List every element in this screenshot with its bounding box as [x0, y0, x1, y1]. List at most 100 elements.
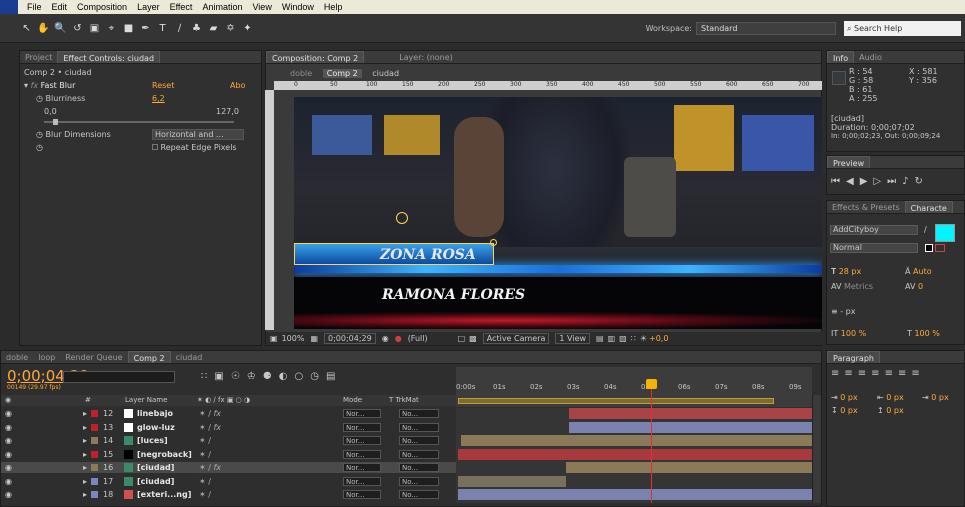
- motion-blur-icon[interactable]: ◐: [279, 371, 295, 382]
- justify-right-icon[interactable]: ≡: [898, 368, 911, 379]
- expand-arrow-icon[interactable]: ▸: [83, 422, 87, 433]
- zoom-value[interactable]: 100%: [282, 334, 305, 343]
- tab-effect-controls[interactable]: Effect Controls: ciudad: [57, 51, 161, 63]
- layer-duration-bar[interactable]: [458, 489, 812, 500]
- layer-label-color[interactable]: [91, 423, 98, 431]
- blend-mode-select[interactable]: Nor...: [343, 436, 381, 445]
- tab-composition[interactable]: Composition: Comp 2: [266, 51, 365, 63]
- layer-label-color[interactable]: [91, 491, 98, 498]
- pen-tool-icon[interactable]: ✒: [139, 22, 152, 35]
- tracking-value[interactable]: 0: [918, 282, 923, 291]
- visibility-eye-icon[interactable]: ◉: [5, 489, 12, 500]
- leading-value[interactable]: Auto: [913, 267, 932, 276]
- layer-duration-bar[interactable]: [569, 408, 812, 419]
- workspace-select[interactable]: Standard: [696, 21, 836, 35]
- tab-render-queue[interactable]: Render Queue: [60, 351, 127, 363]
- clone-tool-icon[interactable]: ♣: [190, 22, 203, 35]
- timeline-icon[interactable]: ▨: [619, 334, 627, 343]
- stopwatch-icon[interactable]: ◷: [310, 371, 326, 382]
- tab-project[interactable]: Project: [20, 51, 57, 63]
- layer-name[interactable]: [exteri...ng]: [137, 489, 191, 500]
- expand-arrow-icon[interactable]: ▸: [83, 435, 87, 446]
- comp-viewer[interactable]: ZONA ROSA RAMONA FLORES: [294, 97, 822, 329]
- snapshot-icon[interactable]: ◉: [382, 334, 389, 343]
- roto-tool-icon[interactable]: ✡: [224, 22, 237, 35]
- about-link[interactable]: Abo: [230, 81, 245, 90]
- blur-dimensions-select[interactable]: Horizontal and ...: [152, 129, 244, 140]
- expand-arrow-icon[interactable]: ▸: [83, 408, 87, 419]
- track-matte-select[interactable]: No...: [399, 449, 439, 459]
- layer-name[interactable]: linebajo: [137, 408, 173, 419]
- frame-blend-icon[interactable]: ⚈: [263, 371, 279, 382]
- kerning-value[interactable]: Metrics: [844, 282, 873, 291]
- visibility-eye-icon[interactable]: ◉: [5, 449, 12, 460]
- layer-duration-bar[interactable]: [458, 475, 566, 487]
- justify-left-icon[interactable]: ≡: [871, 368, 884, 379]
- font-select[interactable]: AddCityboy: [830, 225, 918, 235]
- menu-file[interactable]: File: [22, 2, 47, 12]
- tab-comp2[interactable]: Comp 2: [127, 351, 171, 363]
- prev-frame-icon[interactable]: ◀: [846, 176, 860, 187]
- layer-duration-bar[interactable]: [458, 448, 812, 460]
- draft-3d-icon[interactable]: ☉: [231, 371, 247, 382]
- menu-window[interactable]: Window: [277, 2, 319, 12]
- indent-first-value[interactable]: 0 px: [931, 393, 948, 402]
- style-select[interactable]: Normal: [830, 243, 918, 253]
- layer-row[interactable]: ◉ ▸ 14 [luces] ✶ ∕ Nor... No...: [1, 435, 456, 446]
- tab-audio[interactable]: Audio: [854, 51, 887, 63]
- blend-mode-select[interactable]: Nor...: [343, 409, 381, 418]
- exposure-value[interactable]: +0,0: [649, 334, 668, 343]
- blurriness-value[interactable]: 6,2: [152, 94, 165, 103]
- visibility-eye-icon[interactable]: ◉: [5, 422, 12, 433]
- layer-switches[interactable]: ✶ ∕ fx: [199, 422, 221, 433]
- layer-row[interactable]: ◉ ▸ 16 [ciudad] ✶ ∕ fx Nor... No...: [1, 462, 456, 473]
- track-matte-select[interactable]: No...: [399, 463, 439, 472]
- visibility-eye-icon[interactable]: ◉: [5, 408, 12, 419]
- tab-ciudad[interactable]: ciudad: [171, 351, 208, 363]
- layer-row[interactable]: ◉ ▸ 17 [ciudad] ✶ ∕ Nor... No...: [1, 476, 456, 487]
- justify-center-icon[interactable]: ≡: [885, 368, 898, 379]
- selection-tool-icon[interactable]: ↖: [20, 22, 33, 35]
- blend-mode-select[interactable]: Nor...: [343, 476, 381, 486]
- layer-switches[interactable]: ✶ ∕: [199, 489, 211, 500]
- playhead-handle[interactable]: [646, 379, 657, 389]
- search-help-input[interactable]: ⌕ Search Help: [844, 20, 961, 36]
- hand-tool-icon[interactable]: ✋: [37, 22, 50, 35]
- toggle-pixel-icon[interactable]: ▤: [596, 334, 604, 343]
- align-center-icon[interactable]: ≡: [844, 368, 857, 379]
- next-frame-icon[interactable]: ▷: [873, 176, 887, 187]
- layer-row[interactable]: ◉ ▸ 13 glow-luz ✶ ∕ fx Nor... No...: [1, 422, 456, 433]
- menu-animation[interactable]: Animation: [197, 2, 247, 12]
- track-matte-select[interactable]: No...: [399, 409, 439, 418]
- expand-arrow-icon[interactable]: ▸: [83, 449, 87, 460]
- layer-switches[interactable]: ✶ ∕ fx: [199, 462, 221, 473]
- layer-label-color[interactable]: [91, 464, 98, 471]
- layer-switches[interactable]: ✶ ∕ fx: [199, 408, 221, 419]
- layer-label-color[interactable]: [91, 477, 98, 485]
- layer-name[interactable]: [ciudad]: [137, 476, 174, 487]
- layer-duration-bar[interactable]: [566, 462, 812, 473]
- menu-layer[interactable]: Layer: [132, 2, 165, 12]
- tab-paragraph[interactable]: Paragraph: [827, 351, 880, 363]
- layer-name[interactable]: [luces]: [137, 435, 168, 446]
- loop-icon[interactable]: ↻: [915, 176, 929, 187]
- stroke-value[interactable]: - px: [840, 307, 855, 316]
- zoom-tool-icon[interactable]: 🔍: [54, 22, 67, 35]
- blend-mode-select[interactable]: Nor...: [343, 463, 381, 472]
- flowchart-icon[interactable]: ∷: [631, 334, 636, 343]
- first-frame-icon[interactable]: ⏮: [831, 176, 846, 187]
- always-preview-icon[interactable]: ▣: [270, 334, 278, 343]
- current-time-indicator[interactable]: [651, 381, 652, 503]
- live-update-icon[interactable]: ▣: [214, 371, 230, 382]
- tab-layer[interactable]: Layer: (none): [394, 51, 458, 63]
- brainstorm-icon[interactable]: ▤: [326, 371, 342, 382]
- grid-icon[interactable]: ▦: [310, 334, 318, 343]
- layer-handle[interactable]: [490, 239, 497, 246]
- expand-arrow-icon[interactable]: ▸: [83, 489, 87, 500]
- menu-view[interactable]: View: [247, 2, 276, 12]
- tab-character[interactable]: Characte: [904, 201, 953, 213]
- camera-tool-icon[interactable]: ▣: [88, 22, 101, 35]
- layer-name[interactable]: [ciudad]: [137, 462, 174, 473]
- anchor-point-icon[interactable]: [396, 212, 408, 224]
- blend-mode-select[interactable]: Nor...: [343, 490, 381, 499]
